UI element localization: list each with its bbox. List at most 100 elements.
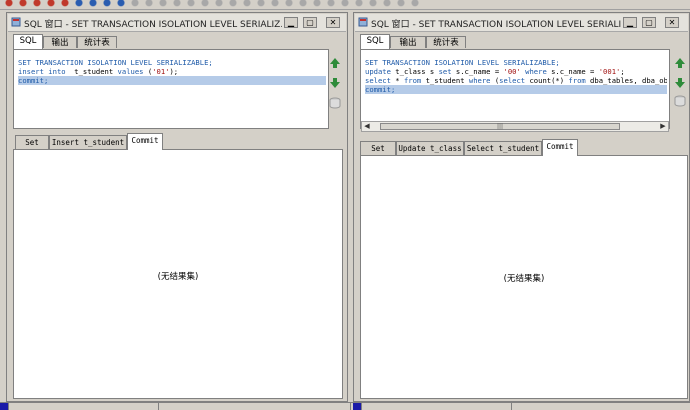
arrow-up-icon[interactable] [329,57,341,69]
sql-window-1: SQL 窗口 - SET TRANSACTION ISOLATION LEVEL… [6,12,348,402]
close-icon[interactable]: ✕ [326,17,340,28]
maximize-icon[interactable]: ▢ [642,17,656,28]
result-tab-select[interactable]: Select t_student [464,141,542,155]
toolbar-button[interactable] [130,0,140,7]
toolbar-button[interactable] [102,0,112,7]
toolbar-button[interactable] [200,0,210,7]
toolbar-button[interactable] [354,0,364,7]
sql-editor[interactable]: SET TRANSACTION ISOLATION LEVEL SERIALIZ… [360,49,670,129]
toolbar-button[interactable] [410,0,420,7]
toolbar-button[interactable] [242,0,252,7]
sql-keyword: SET TRANSACTION ISOLATION LEVEL SERIALIZ… [18,58,213,67]
database-icon[interactable] [674,95,686,107]
sql-text: s.c_name = [451,67,504,76]
toolbar-button[interactable] [270,0,280,7]
tab-output[interactable]: 输出 [43,36,77,48]
code-line[interactable]: SET TRANSACTION ISOLATION LEVEL SERIALIZ… [365,58,667,67]
tab-statistics[interactable]: 统计表 [77,36,117,48]
window-titlebar[interactable]: SQL 窗口 - SET TRANSACTION ISOLATION LEVEL… [8,14,346,32]
arrow-down-icon[interactable] [674,77,686,89]
tab-statistics[interactable]: 统计表 [426,36,466,48]
code-line[interactable]: SET TRANSACTION ISOLATION LEVEL SERIALIZ… [18,58,326,67]
empty-result-text: (无结果集) [157,272,199,282]
code-line[interactable]: commit; [365,85,667,94]
toolbar-button[interactable] [158,0,168,7]
toolbar-button[interactable] [144,0,154,7]
sql-keyword: update [365,67,391,76]
sql-keyword: from [568,76,586,85]
window-title: SQL 窗口 - SET TRANSACTION ISOLATION LEVEL… [371,20,621,30]
toolbar-button[interactable] [382,0,392,7]
close-icon[interactable]: ✕ [665,17,679,28]
sql-keyword: where [468,76,491,85]
result-grid[interactable]: (无结果集) [360,155,688,399]
sql-text: t_student [69,67,118,76]
result-tab-commit[interactable]: Commit [127,133,163,150]
sql-keyword: commit; [18,76,49,85]
toolbar-button[interactable] [368,0,378,7]
result-tab-insert[interactable]: Insert t_student [49,135,127,149]
result-grid[interactable]: (无结果集) [13,149,343,399]
sql-text: t_student [421,76,469,85]
result-tab-set[interactable]: Set [15,135,49,149]
result-tab-commit[interactable]: Commit [542,139,578,156]
scroll-thumb[interactable]: ||| [380,123,620,130]
sql-keyword: from [403,76,422,85]
toolbar-button[interactable] [74,0,84,7]
toolbar-button[interactable] [214,0,224,7]
horizontal-scrollbar[interactable]: ◀ ||| ▶ [361,121,669,132]
maximize-icon[interactable]: ▢ [303,17,317,28]
sql-text: ( [143,67,153,76]
toolbar-button[interactable] [46,0,56,7]
sql-text: ; [620,67,625,76]
sql-keyword: set [438,67,452,76]
sql-window-icon [358,17,368,27]
sql-text: t_class s [390,67,439,76]
arrow-down-icon[interactable] [329,77,341,89]
sql-editor[interactable]: SET TRANSACTION ISOLATION LEVEL SERIALIZ… [13,49,329,129]
window-titlebar[interactable]: SQL 窗口 - SET TRANSACTION ISOLATION LEVEL… [355,14,688,32]
sql-text: s.c_name = [551,67,599,76]
sql-keyword: select [365,76,391,85]
scroll-right-icon[interactable]: ▶ [658,122,668,131]
toolbar-button[interactable] [396,0,406,7]
toolbar-button[interactable] [88,0,98,7]
code-line[interactable]: insert into t_student values ('01'); [18,67,326,76]
scroll-left-icon[interactable]: ◀ [362,122,372,131]
sql-keyword: values [117,67,144,76]
toolbar-button[interactable] [186,0,196,7]
result-tab-update[interactable]: Update t_class [396,141,464,155]
toolbar-button[interactable] [4,0,14,7]
database-icon[interactable] [329,97,341,109]
sql-window-icon [11,17,21,27]
minimize-icon[interactable]: ▁ [284,17,298,28]
toolbar-button[interactable] [116,0,126,7]
code-line[interactable]: commit; [18,76,326,85]
code-line[interactable]: select * from t_student where (select co… [365,76,667,85]
tab-sql[interactable]: SQL [13,34,43,49]
sql-text: dba_tables, dba_obj… [590,76,667,85]
toolbar-button[interactable] [60,0,70,7]
sql-string: '00' [503,67,521,76]
sql-string: '01' [152,67,170,76]
toolbar-button[interactable] [172,0,182,7]
toolbar-button[interactable] [326,0,336,7]
sql-text: ); [169,67,179,76]
toolbar-button[interactable] [312,0,322,7]
toolbar-button[interactable] [32,0,42,7]
toolbar-button[interactable] [256,0,266,7]
arrow-up-icon[interactable] [674,57,686,69]
window-title: SQL 窗口 - SET TRANSACTION ISOLATION LEVEL… [24,20,282,30]
toolbar-button[interactable] [228,0,238,7]
toolbar-button[interactable] [18,0,28,7]
toolbar-button[interactable] [340,0,350,7]
toolbar-button[interactable] [298,0,308,7]
result-tab-set[interactable]: Set [360,141,396,155]
main-toolbar [0,0,690,10]
sql-keyword: where [520,67,552,76]
minimize-icon[interactable]: ▁ [623,17,637,28]
code-line[interactable]: update t_class s set s.c_name = '00' whe… [365,67,667,76]
toolbar-button[interactable] [284,0,294,7]
tab-output[interactable]: 输出 [390,36,426,48]
tab-sql[interactable]: SQL [360,34,390,49]
